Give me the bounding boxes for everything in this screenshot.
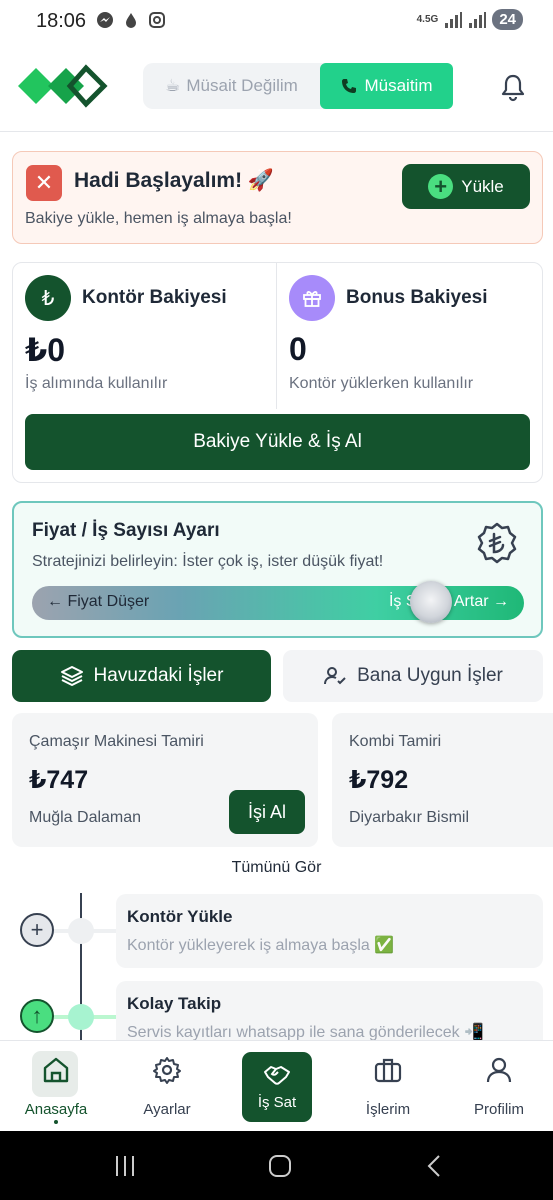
nav-settings-label: Ayarlar bbox=[143, 1101, 191, 1118]
nav-profile[interactable]: Profilim bbox=[449, 1041, 549, 1132]
nav-my-jobs-label: İşlerim bbox=[365, 1101, 411, 1118]
timeline-dot bbox=[68, 1004, 94, 1030]
nav-sell-job[interactable]: İş Sat bbox=[242, 1052, 312, 1122]
plus-circle-icon: + bbox=[20, 913, 54, 947]
contour-balance: ₺ Kontör Bakiyesi ₺0 İş alımında kullanı… bbox=[13, 263, 277, 409]
nav-my-jobs[interactable]: İşlerim bbox=[338, 1041, 438, 1132]
unavailable-option[interactable]: ☕ Müsait Değilim bbox=[143, 63, 320, 109]
bonus-balance-title: Bonus Bakiyesi bbox=[346, 287, 488, 308]
job-title: Kombi Tamiri bbox=[349, 733, 442, 750]
slider-left-label: ← Fiyat Düşer bbox=[47, 593, 150, 610]
gear-icon bbox=[153, 1057, 181, 1084]
bell-icon[interactable] bbox=[498, 72, 528, 102]
timeline-step-desc: Servis kayıtları whatsapp ile sana gönde… bbox=[127, 1024, 484, 1041]
available-option[interactable]: Müsaitim bbox=[320, 63, 453, 109]
user-check-icon bbox=[324, 667, 346, 685]
tab-pool-jobs[interactable]: Havuzdaki İşler bbox=[12, 650, 271, 702]
contour-balance-amount: ₺0 bbox=[25, 332, 66, 368]
nav-profile-label: Profilim bbox=[473, 1101, 524, 1118]
price-setting-title: Fiyat / İş Sayısı Ayarı bbox=[32, 520, 220, 541]
load-button[interactable]: + Yükle bbox=[402, 164, 530, 209]
system-navigation-bar bbox=[0, 1131, 553, 1200]
bonus-balance-amount: 0 bbox=[289, 331, 307, 367]
home-button-icon[interactable] bbox=[267, 1153, 293, 1179]
bonus-balance: Bonus Bakiyesi 0 Kontör yüklerken kullan… bbox=[277, 263, 543, 409]
alert-title: Hadi Başlayalım! 🚀 bbox=[74, 169, 275, 192]
price-setting-card: Fiyat / İş Sayısı Ayarı Stratejinizi bel… bbox=[12, 501, 543, 638]
app-logo bbox=[18, 64, 108, 108]
app-header: ☕ Müsait Değilim Müsaitim bbox=[0, 44, 553, 132]
job-price: ₺747 bbox=[29, 766, 89, 794]
plus-icon: + bbox=[428, 174, 454, 199]
recents-icon[interactable] bbox=[112, 1153, 138, 1179]
messenger-icon bbox=[96, 11, 114, 29]
load-balance-button[interactable]: Bakiye Yükle & İş Al bbox=[25, 414, 530, 470]
home-icon bbox=[43, 1057, 69, 1083]
unavailable-label: Müsait Değilim bbox=[186, 76, 298, 95]
nav-home[interactable]: Anasayfa bbox=[6, 1041, 106, 1132]
handshake-icon bbox=[264, 1066, 290, 1085]
signal-icon-2 bbox=[469, 11, 487, 28]
timeline-step: Kolay Takip Servis kayıtları whatsapp il… bbox=[116, 981, 543, 1041]
timeline-step: Kontör Yükle Kontör yükleyerek iş almaya… bbox=[116, 894, 543, 968]
bonus-balance-desc: Kontör yüklerken kullanılır bbox=[289, 375, 474, 392]
timeline-dot bbox=[68, 918, 94, 944]
balance-card: ₺ Kontör Bakiyesi ₺0 İş alımında kullanı… bbox=[12, 262, 543, 483]
status-bar: 18:06 4.5G 24 bbox=[0, 0, 553, 44]
lira-badge-icon bbox=[477, 522, 517, 564]
available-label: Müsaitim bbox=[364, 76, 433, 95]
close-icon[interactable]: ✕ bbox=[26, 165, 62, 201]
tab-suitable-label: Bana Uygun İşler bbox=[357, 665, 503, 686]
battery-level: 24 bbox=[492, 9, 523, 30]
job-location: Muğla Dalaman bbox=[29, 809, 142, 826]
job-card[interactable]: Çamaşır Makinesi Tamiri ₺747 Muğla Dalam… bbox=[12, 713, 318, 847]
nav-settings[interactable]: Ayarlar bbox=[117, 1041, 217, 1132]
briefcase-icon bbox=[374, 1058, 402, 1083]
price-setting-subtitle: Stratejinizi belirleyin: İster çok iş, i… bbox=[32, 553, 384, 570]
contour-balance-title: Kontör Bakiyesi bbox=[82, 287, 227, 308]
lira-icon: ₺ bbox=[25, 275, 71, 321]
phone-icon bbox=[342, 79, 357, 93]
coffee-icon: ☕ bbox=[165, 76, 181, 95]
onboarding-alert: ✕ Hadi Başlayalım! 🚀 Bakiye yükle, hemen… bbox=[12, 151, 543, 244]
user-icon bbox=[486, 1057, 512, 1083]
job-card[interactable]: Kombi Tamiri ₺792 Diyarbakır Bismil bbox=[332, 713, 553, 847]
timeline-step-desc: Kontör yükleyerek iş almaya başla ✅ bbox=[127, 937, 395, 954]
layers-icon bbox=[60, 666, 83, 686]
alert-subtitle: Bakiye yükle, hemen iş almaya başla! bbox=[25, 210, 292, 227]
status-time: 18:06 bbox=[36, 10, 87, 32]
load-button-label: Yükle bbox=[461, 176, 504, 196]
instagram-icon bbox=[148, 11, 166, 29]
timeline-step-title: Kolay Takip bbox=[127, 994, 222, 1013]
system-icons: 4.5G 24 bbox=[417, 9, 523, 30]
price-slider[interactable]: ← Fiyat Düşer İş Sayısı Artar → bbox=[32, 581, 524, 623]
tab-pool-label: Havuzdaki İşler bbox=[93, 665, 224, 686]
contour-balance-desc: İş alımında kullanılır bbox=[25, 375, 168, 392]
slider-thumb[interactable] bbox=[410, 581, 452, 623]
drop-icon bbox=[122, 11, 140, 29]
availability-toggle[interactable]: ☕ Müsait Değilim Müsaitim bbox=[143, 63, 453, 109]
notification-icons bbox=[96, 11, 166, 29]
job-title: Çamaşır Makinesi Tamiri bbox=[29, 733, 204, 750]
back-icon[interactable] bbox=[422, 1153, 448, 1179]
arrow-up-icon: ↑ bbox=[20, 999, 54, 1033]
signal-icon bbox=[445, 11, 463, 28]
take-job-button[interactable]: İşi Al bbox=[229, 790, 305, 834]
see-all-link[interactable]: Tümünü Gör bbox=[0, 859, 553, 877]
job-location: Diyarbakır Bismil bbox=[349, 809, 470, 826]
bottom-navigation: Anasayfa Ayarlar İş Sat İşlerim Profilim bbox=[0, 1040, 553, 1131]
timeline-step-title: Kontör Yükle bbox=[127, 907, 233, 926]
active-indicator bbox=[54, 1120, 58, 1124]
nav-sell-label: İş Sat bbox=[257, 1094, 297, 1111]
network-type: 4.5G bbox=[416, 14, 439, 25]
nav-home-label: Anasayfa bbox=[24, 1101, 88, 1118]
tab-suitable-jobs[interactable]: Bana Uygun İşler bbox=[283, 650, 543, 702]
gift-icon bbox=[289, 275, 335, 321]
job-price: ₺792 bbox=[349, 766, 409, 794]
